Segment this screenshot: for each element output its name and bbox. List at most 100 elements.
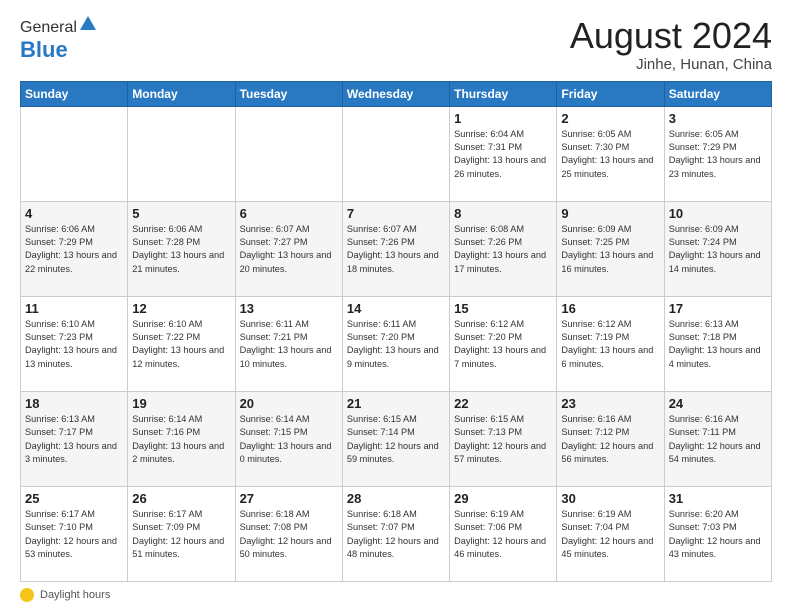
table-row: 29 Sunrise: 6:19 AM Sunset: 7:06 PM Dayli… bbox=[450, 486, 557, 581]
table-row: 30Sunrise: 6:19 AM Sunset: 7:04 PM Dayli… bbox=[557, 486, 664, 581]
day-info: Sunrise: 6:11 AM Sunset: 7:21 PM Dayligh… bbox=[240, 318, 338, 371]
table-row: 15Sunrise: 6:12 AM Sunset: 7:20 PM Dayli… bbox=[450, 296, 557, 391]
table-row: 9 Sunrise: 6:09 AM Sunset: 7:25 PM Daylig… bbox=[557, 201, 664, 296]
calendar-week-3: 11 Sunrise: 6:10 AM Sunset: 7:23 PM Dayli… bbox=[21, 296, 772, 391]
day-number: 5 bbox=[132, 206, 230, 221]
table-row: 31Sunrise: 6:20 AM Sunset: 7:03 PM Dayli… bbox=[664, 486, 771, 581]
table-row: 7 Sunrise: 6:07 AM Sunset: 7:26 PM Daylig… bbox=[342, 201, 449, 296]
table-row: 21 Sunrise: 6:15 AM Sunset: 7:14 PM Dayli… bbox=[342, 391, 449, 486]
calendar-week-4: 18Sunrise: 6:13 AM Sunset: 7:17 PM Dayli… bbox=[21, 391, 772, 486]
page: General Blue August 2024 Jinhe, Hunan, C… bbox=[0, 0, 792, 612]
table-row: 3 Sunrise: 6:05 AM Sunset: 7:29 PM Daylig… bbox=[664, 106, 771, 201]
col-monday: Monday bbox=[128, 81, 235, 106]
sun-icon bbox=[20, 588, 34, 602]
col-saturday: Saturday bbox=[664, 81, 771, 106]
table-row: 16Sunrise: 6:12 AM Sunset: 7:19 PM Dayli… bbox=[557, 296, 664, 391]
table-row: 28 Sunrise: 6:18 AM Sunset: 7:07 PM Dayli… bbox=[342, 486, 449, 581]
col-sunday: Sunday bbox=[21, 81, 128, 106]
day-number: 27 bbox=[240, 491, 338, 506]
col-friday: Friday bbox=[557, 81, 664, 106]
table-row: 8 Sunrise: 6:08 AM Sunset: 7:26 PM Daylig… bbox=[450, 201, 557, 296]
table-row: 23 Sunrise: 6:16 AM Sunset: 7:12 PM Dayli… bbox=[557, 391, 664, 486]
day-number: 19 bbox=[132, 396, 230, 411]
table-row: 19 Sunrise: 6:14 AM Sunset: 7:16 PM Dayli… bbox=[128, 391, 235, 486]
day-info: Sunrise: 6:16 AM Sunset: 7:11 PM Dayligh… bbox=[669, 413, 767, 466]
day-info: Sunrise: 6:07 AM Sunset: 7:26 PM Dayligh… bbox=[347, 223, 445, 276]
day-number: 23 bbox=[561, 396, 659, 411]
day-number: 7 bbox=[347, 206, 445, 221]
day-info: Sunrise: 6:14 AM Sunset: 7:16 PM Dayligh… bbox=[132, 413, 230, 466]
day-info: Sunrise: 6:16 AM Sunset: 7:12 PM Dayligh… bbox=[561, 413, 659, 466]
day-number: 10 bbox=[669, 206, 767, 221]
day-info: Sunrise: 6:19 AM Sunset: 7:06 PM Dayligh… bbox=[454, 508, 552, 561]
day-number: 20 bbox=[240, 396, 338, 411]
day-number: 29 bbox=[454, 491, 552, 506]
day-info: Sunrise: 6:10 AM Sunset: 7:22 PM Dayligh… bbox=[132, 318, 230, 371]
day-info: Sunrise: 6:12 AM Sunset: 7:20 PM Dayligh… bbox=[454, 318, 552, 371]
table-row: 20 Sunrise: 6:14 AM Sunset: 7:15 PM Dayli… bbox=[235, 391, 342, 486]
col-wednesday: Wednesday bbox=[342, 81, 449, 106]
day-number: 22 bbox=[454, 396, 552, 411]
day-number: 9 bbox=[561, 206, 659, 221]
table-row: 18Sunrise: 6:13 AM Sunset: 7:17 PM Dayli… bbox=[21, 391, 128, 486]
day-info: Sunrise: 6:07 AM Sunset: 7:27 PM Dayligh… bbox=[240, 223, 338, 276]
table-row: 12 Sunrise: 6:10 AM Sunset: 7:22 PM Dayli… bbox=[128, 296, 235, 391]
day-number: 13 bbox=[240, 301, 338, 316]
table-row: 10 Sunrise: 6:09 AM Sunset: 7:24 PM Dayli… bbox=[664, 201, 771, 296]
day-info: Sunrise: 6:06 AM Sunset: 7:28 PM Dayligh… bbox=[132, 223, 230, 276]
table-row: 4Sunrise: 6:06 AM Sunset: 7:29 PM Daylig… bbox=[21, 201, 128, 296]
day-info: Sunrise: 6:05 AM Sunset: 7:29 PM Dayligh… bbox=[669, 128, 767, 181]
table-row: 17Sunrise: 6:13 AM Sunset: 7:18 PM Dayli… bbox=[664, 296, 771, 391]
day-number: 8 bbox=[454, 206, 552, 221]
day-number: 28 bbox=[347, 491, 445, 506]
day-info: Sunrise: 6:14 AM Sunset: 7:15 PM Dayligh… bbox=[240, 413, 338, 466]
day-info: Sunrise: 6:18 AM Sunset: 7:07 PM Dayligh… bbox=[347, 508, 445, 561]
logo-general-text: General bbox=[20, 19, 77, 37]
day-number: 30 bbox=[561, 491, 659, 506]
title-location: Jinhe, Hunan, China bbox=[570, 56, 772, 73]
day-number: 21 bbox=[347, 396, 445, 411]
col-tuesday: Tuesday bbox=[235, 81, 342, 106]
table-row: 5 Sunrise: 6:06 AM Sunset: 7:28 PM Daylig… bbox=[128, 201, 235, 296]
day-number: 26 bbox=[132, 491, 230, 506]
table-row bbox=[21, 106, 128, 201]
table-row: 22 Sunrise: 6:15 AM Sunset: 7:13 PM Dayli… bbox=[450, 391, 557, 486]
day-number: 1 bbox=[454, 111, 552, 126]
day-number: 6 bbox=[240, 206, 338, 221]
day-number: 11 bbox=[25, 301, 123, 316]
table-row: 27 Sunrise: 6:18 AM Sunset: 7:08 PM Dayli… bbox=[235, 486, 342, 581]
calendar-week-2: 4Sunrise: 6:06 AM Sunset: 7:29 PM Daylig… bbox=[21, 201, 772, 296]
day-number: 12 bbox=[132, 301, 230, 316]
footer-label: Daylight hours bbox=[40, 589, 110, 601]
day-info: Sunrise: 6:12 AM Sunset: 7:19 PM Dayligh… bbox=[561, 318, 659, 371]
day-number: 3 bbox=[669, 111, 767, 126]
day-info: Sunrise: 6:10 AM Sunset: 7:23 PM Dayligh… bbox=[25, 318, 123, 371]
title-block: August 2024 Jinhe, Hunan, China bbox=[570, 16, 772, 73]
header: General Blue August 2024 Jinhe, Hunan, C… bbox=[20, 16, 772, 73]
logo: General Blue bbox=[20, 16, 97, 63]
day-info: Sunrise: 6:15 AM Sunset: 7:13 PM Dayligh… bbox=[454, 413, 552, 466]
logo-blue-text: Blue bbox=[20, 37, 68, 62]
footer: Daylight hours bbox=[20, 588, 772, 602]
table-row bbox=[128, 106, 235, 201]
day-number: 17 bbox=[669, 301, 767, 316]
calendar-table: Sunday Monday Tuesday Wednesday Thursday… bbox=[20, 81, 772, 582]
day-number: 31 bbox=[669, 491, 767, 506]
day-info: Sunrise: 6:17 AM Sunset: 7:09 PM Dayligh… bbox=[132, 508, 230, 561]
day-info: Sunrise: 6:04 AM Sunset: 7:31 PM Dayligh… bbox=[454, 128, 552, 181]
day-info: Sunrise: 6:15 AM Sunset: 7:14 PM Dayligh… bbox=[347, 413, 445, 466]
day-info: Sunrise: 6:09 AM Sunset: 7:25 PM Dayligh… bbox=[561, 223, 659, 276]
day-info: Sunrise: 6:17 AM Sunset: 7:10 PM Dayligh… bbox=[25, 508, 123, 561]
day-info: Sunrise: 6:09 AM Sunset: 7:24 PM Dayligh… bbox=[669, 223, 767, 276]
logo-triangle-icon bbox=[79, 14, 97, 32]
day-info: Sunrise: 6:08 AM Sunset: 7:26 PM Dayligh… bbox=[454, 223, 552, 276]
day-info: Sunrise: 6:06 AM Sunset: 7:29 PM Dayligh… bbox=[25, 223, 123, 276]
day-number: 25 bbox=[25, 491, 123, 506]
table-row: 1 Sunrise: 6:04 AM Sunset: 7:31 PM Daylig… bbox=[450, 106, 557, 201]
table-row: 2Sunrise: 6:05 AM Sunset: 7:30 PM Daylig… bbox=[557, 106, 664, 201]
day-info: Sunrise: 6:13 AM Sunset: 7:17 PM Dayligh… bbox=[25, 413, 123, 466]
title-month: August 2024 bbox=[570, 16, 772, 56]
table-row: 6 Sunrise: 6:07 AM Sunset: 7:27 PM Daylig… bbox=[235, 201, 342, 296]
day-info: Sunrise: 6:18 AM Sunset: 7:08 PM Dayligh… bbox=[240, 508, 338, 561]
table-row: 13 Sunrise: 6:11 AM Sunset: 7:21 PM Dayli… bbox=[235, 296, 342, 391]
